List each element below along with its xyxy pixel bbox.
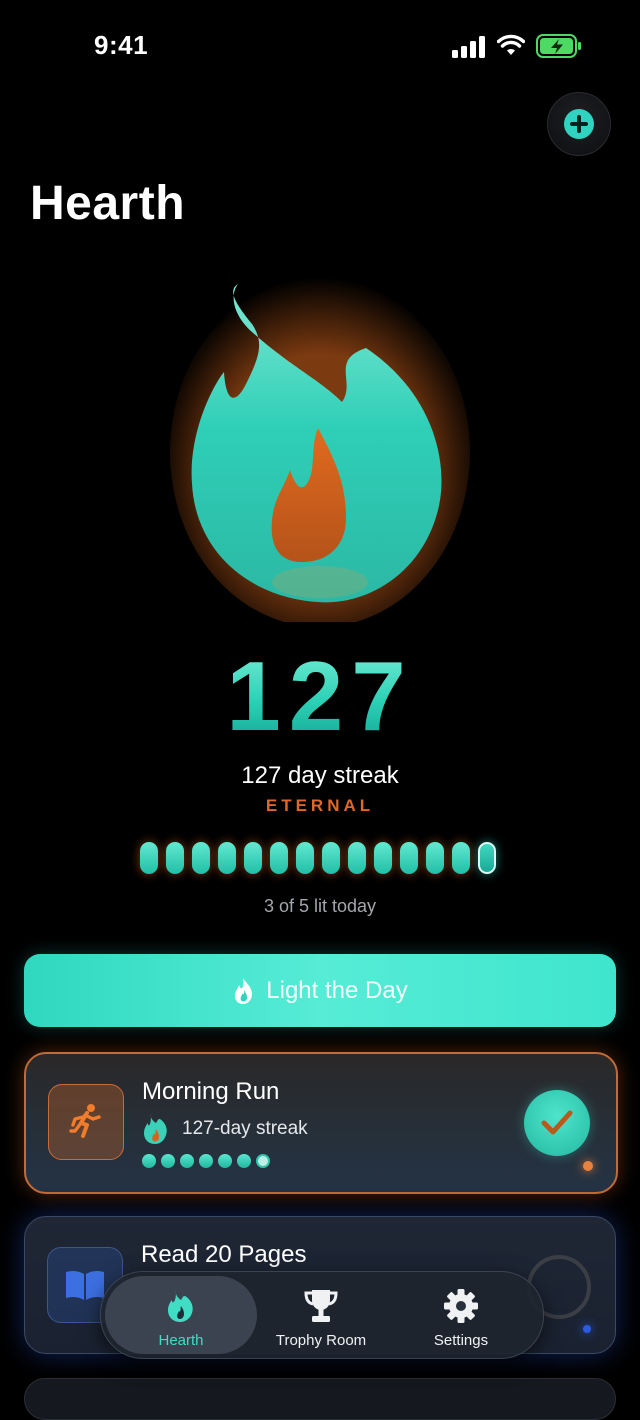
day-dot-today [256, 1154, 270, 1168]
wifi-icon [497, 34, 525, 55]
tab-label: Settings [433, 1332, 489, 1349]
ember-indicator [583, 1325, 591, 1333]
tab-trophy-room[interactable]: Trophy Room [251, 1286, 391, 1349]
day-pill-lit [192, 842, 210, 874]
running-person-icon [48, 1084, 124, 1160]
ember-indicator [583, 1161, 593, 1171]
day-pill-lit [270, 842, 288, 874]
day-pill-lit [166, 842, 184, 874]
day-pills [140, 842, 496, 876]
day-pill-lit [374, 842, 392, 874]
habit-week-dots [142, 1154, 270, 1168]
day-dot [199, 1154, 213, 1168]
day-pill-lit [426, 842, 444, 874]
day-pill-lit [348, 842, 366, 874]
day-pill-lit [244, 842, 262, 874]
habit-card-next[interactable] [24, 1378, 616, 1420]
plus-icon [564, 109, 594, 139]
status-time: 9:41 [94, 30, 149, 60]
tab-label: Trophy Room [275, 1332, 367, 1349]
day-dot [180, 1154, 194, 1168]
habit-streak-text: 127-day streak [182, 1118, 308, 1139]
day-pill-lit [400, 842, 418, 874]
day-pill-lit [218, 842, 236, 874]
habit-name: Read 20 Pages [141, 1241, 307, 1268]
streak-tier-label: ETERNAL [265, 796, 375, 815]
day-dot [142, 1154, 156, 1168]
day-pill-today [478, 842, 496, 874]
day-pill-lit [322, 842, 340, 874]
day-dot [237, 1154, 251, 1168]
cellular-signal-icon [452, 36, 485, 58]
tab-settings[interactable]: Settings [391, 1286, 531, 1349]
flame-icon [144, 1114, 167, 1144]
day-dot [161, 1154, 175, 1168]
light-the-day-label: Light the Day [266, 976, 408, 1004]
tab-label: Hearth [158, 1332, 204, 1349]
lit-today-text: 3 of 5 lit today [263, 896, 377, 916]
day-pill-lit [296, 842, 314, 874]
page-title: Hearth [30, 177, 186, 230]
gear-icon [444, 1289, 478, 1323]
flame-icon [168, 1290, 193, 1322]
habit-name: Morning Run [142, 1078, 280, 1105]
day-pill-lit [452, 842, 470, 874]
streak-count: 127 [0, 640, 640, 753]
streak-label: 127 day streak [241, 762, 399, 789]
habit-streak-row: 127-day streak [142, 1112, 308, 1146]
tab-hearth[interactable]: Hearth [111, 1286, 251, 1349]
light-the-day-button[interactable]: Light the Day [24, 954, 616, 1027]
checkmark-icon [541, 1110, 573, 1135]
flame-icon [235, 977, 253, 1004]
tab-bar: Hearth Trophy Room Settings [100, 1271, 544, 1359]
battery-charging-icon [536, 34, 581, 58]
day-dot [218, 1154, 232, 1168]
habit-complete-toggle[interactable] [524, 1090, 590, 1156]
trophy-icon [304, 1290, 338, 1322]
add-habit-button[interactable] [547, 92, 611, 156]
day-pill-lit [140, 842, 158, 874]
hero-flame-icon [170, 277, 470, 622]
habit-card-morning-run[interactable]: Morning Run 127-day streak [24, 1052, 618, 1194]
